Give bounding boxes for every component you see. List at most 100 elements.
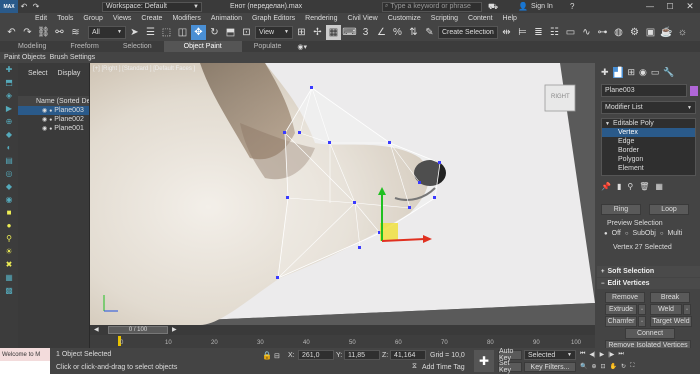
filter-camera-icon[interactable]: ◉ (6, 195, 13, 204)
next-frame-icon[interactable]: |▶ (608, 351, 614, 358)
zoom-extents-icon[interactable]: ⊡ (601, 363, 606, 370)
spinner-snap-icon[interactable]: ⇅ (406, 25, 421, 40)
modify-tab-icon[interactable]: ▟ (612, 66, 624, 78)
menu-modifiers[interactable]: Modifiers (167, 15, 205, 22)
time-slider[interactable]: 0 / 100 ◀ ▶ (90, 325, 595, 335)
menu-customize[interactable]: Customize (383, 15, 426, 22)
pan-icon[interactable]: ✋ (610, 363, 617, 370)
edit-vertices-rollout[interactable]: − Edit Vertices (597, 278, 700, 289)
menu-tools[interactable]: Tools (52, 15, 78, 22)
time-slider-next-icon[interactable]: ▶ (172, 326, 177, 333)
ribbon-options-icon[interactable]: ◉▾ (297, 43, 307, 51)
ribbon-icon[interactable]: ▭ (563, 25, 578, 40)
filter-particles-icon[interactable]: ☀ (5, 247, 12, 256)
orbit-icon[interactable]: ↻ (621, 363, 626, 370)
filter-groups-icon[interactable]: ▩ (5, 286, 13, 295)
filter-xref-icon[interactable]: ✖ (6, 260, 13, 269)
viewport-label[interactable]: [+] [Right ] [Standard ] [Default Faces … (93, 66, 195, 72)
stack-item-element[interactable]: Element (602, 164, 695, 173)
lock-selection-icon[interactable]: 🔒 (262, 351, 272, 360)
select-scale-icon[interactable]: ⬒ (223, 25, 238, 40)
zoom-icon[interactable]: 🔍 (580, 363, 587, 370)
soft-selection-rollout[interactable]: + Soft Selection (597, 266, 700, 277)
maximize-viewport-icon[interactable]: ⛶ (630, 363, 634, 370)
maximize-icon[interactable]: ☐ (660, 2, 680, 11)
collapse-icon[interactable]: ▼ (605, 121, 610, 127)
tab-select[interactable]: Select (28, 70, 47, 77)
object-name-field[interactable]: Plane003 (601, 84, 687, 97)
preview-off-radio[interactable]: ● (604, 231, 608, 237)
link-icon[interactable]: ⛓ (36, 25, 51, 40)
layer-icon[interactable]: ▤ (5, 156, 13, 165)
cart-icon[interactable]: ⛟ (488, 2, 498, 12)
menu-create[interactable]: Create (136, 15, 167, 22)
eye-icon[interactable]: ◉ (42, 116, 47, 123)
minimize-icon[interactable]: — (640, 2, 660, 11)
utilities-tab-icon[interactable]: 🔧 (663, 67, 674, 78)
shapes-icon[interactable]: ⬒ (5, 78, 13, 87)
rendered-frame-window-icon[interactable]: ▣ (643, 25, 658, 40)
make-unique-icon[interactable]: ⚲ (627, 182, 633, 191)
tab-display[interactable]: Display (57, 70, 80, 77)
redo-icon[interactable]: ↷ (30, 1, 42, 13)
app-logo[interactable]: MAX (0, 0, 18, 13)
menu-views[interactable]: Views (108, 15, 137, 22)
object-color-swatch[interactable] (690, 85, 698, 96)
bind-spacewarp-icon[interactable]: ≋ (68, 25, 83, 40)
align-icon[interactable]: ⊨ (515, 25, 530, 40)
place-icon[interactable]: ⊡ (239, 25, 254, 40)
display-tab-icon[interactable]: ▭ (651, 67, 660, 78)
list-item[interactable]: ◉ ● Plane003 (18, 106, 89, 115)
target-weld-button[interactable]: Target Weld (650, 316, 692, 327)
weld-button[interactable]: Weld (650, 304, 682, 315)
list-item[interactable]: ◉ ● Plane002 (18, 115, 89, 124)
named-selection-sets-dropdown[interactable]: Create Selection Se (438, 25, 498, 39)
selection-filter-dropdown[interactable]: All ▼ (88, 25, 126, 39)
rectangular-selection-icon[interactable]: ⬚ (159, 25, 174, 40)
ribbon-panel-brush-settings[interactable]: Brush Settings (50, 54, 96, 61)
stack-item-vertex[interactable]: Vertex (602, 128, 695, 137)
menu-edit[interactable]: Edit (30, 15, 52, 22)
tab-populate[interactable]: Populate (242, 41, 294, 52)
ring-button[interactable]: Ring (601, 204, 641, 215)
loop-button[interactable]: Loop (649, 204, 689, 215)
stack-item-edge[interactable]: Edge (602, 137, 695, 146)
pivot-center-icon[interactable]: ⊞ (294, 25, 309, 40)
tab-freeform[interactable]: Freeform (58, 41, 110, 52)
eye-icon[interactable]: ◉ (42, 125, 47, 132)
coord-x-field[interactable]: 261,0 (298, 350, 334, 360)
sign-in-link[interactable]: Sign In (531, 3, 553, 10)
remove-button[interactable]: Remove (605, 292, 645, 303)
create-tab-icon[interactable]: ✚ (601, 67, 609, 78)
close-icon[interactable]: ✕ (680, 1, 700, 12)
filter-all-icon[interactable]: ■ (7, 208, 12, 217)
search-input[interactable]: ⌕ Type a keyword or phrase (382, 1, 482, 12)
unlink-icon[interactable]: ⚯ (52, 25, 67, 40)
cameras-icon[interactable]: ▶ (6, 104, 12, 113)
redo-button-icon[interactable]: ↷ (20, 25, 35, 40)
track-bar[interactable]: 0 10 20 30 40 50 60 70 80 90 100 (90, 335, 595, 348)
modifier-list-dropdown[interactable]: Modifier List ▼ (601, 101, 696, 114)
percent-snap-icon[interactable]: % (390, 25, 405, 40)
maxscript-listener[interactable]: Welcome to M (0, 348, 50, 361)
auto-key-button[interactable]: Auto Key (498, 348, 522, 362)
render-iterative-icon[interactable]: ☼ (675, 25, 690, 40)
filter-bones-icon[interactable]: ⚲ (6, 234, 12, 243)
move-keyboard-icon[interactable]: ✢ (310, 25, 325, 40)
configure-sets-icon[interactable]: ▦ (655, 182, 663, 191)
menu-graph-editors[interactable]: Graph Editors (247, 15, 300, 22)
menu-content[interactable]: Content (463, 15, 498, 22)
stack-item-border[interactable]: Border (602, 146, 695, 155)
filter-containers-icon[interactable]: ▦ (5, 273, 13, 282)
window-crossing-icon[interactable]: ◫ (175, 25, 190, 40)
previous-frame-icon[interactable]: ◀| (589, 351, 595, 358)
filter-geometry-icon[interactable]: ◎ (6, 169, 13, 178)
menu-scripting[interactable]: Scripting (426, 15, 463, 22)
isolate-icon[interactable]: ⊟ (274, 352, 280, 360)
maxscript-input[interactable] (0, 361, 50, 374)
select-manipulate-icon[interactable]: ▦ (326, 24, 341, 40)
keyboard-shortcut-icon[interactable]: ⌨ (342, 25, 357, 40)
pin-stack-icon[interactable]: 📌 (601, 182, 611, 191)
mirror-icon[interactable]: ⇹ (499, 25, 514, 40)
time-slider-prev-icon[interactable]: ◀ (94, 326, 99, 333)
